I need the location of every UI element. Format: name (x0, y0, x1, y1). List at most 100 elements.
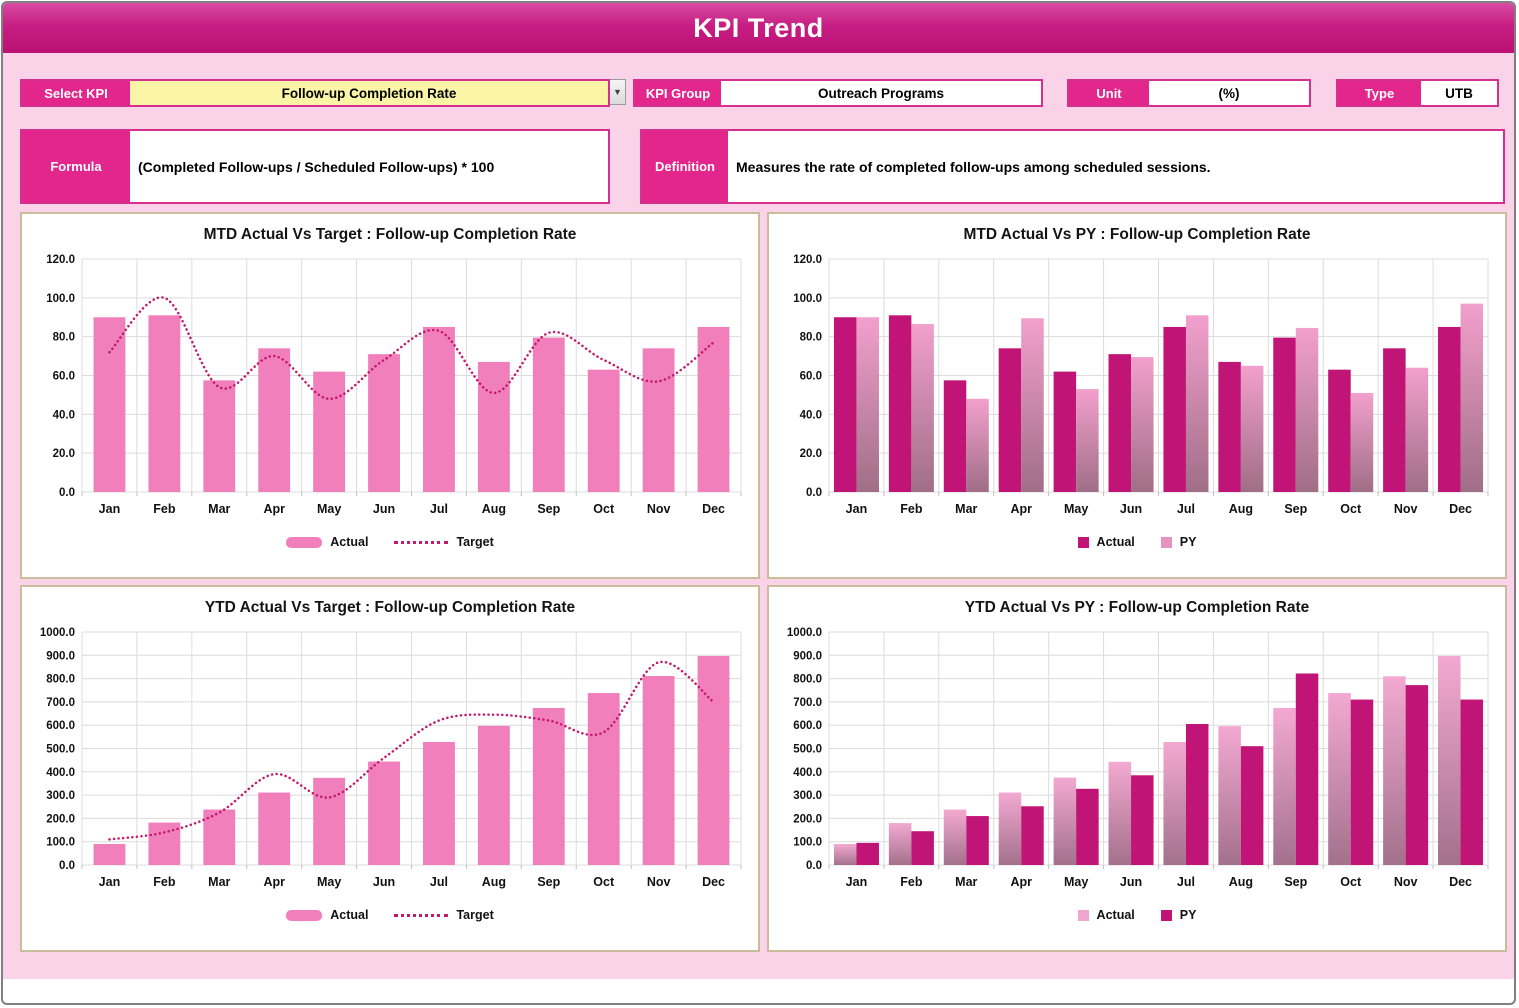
svg-text:700.0: 700.0 (46, 697, 75, 709)
ytd-actual-vs-py-chart: 0.0 100.0 200.0 300.0 400.0 500.0 600.0 700.0 80… (787, 627, 1489, 889)
svg-text:Nov: Nov (647, 875, 671, 889)
svg-text:300.0: 300.0 (46, 790, 75, 802)
chart-panel-mtd-actual-vs-target: MTD Actual Vs Target : Follow-up Complet… (20, 212, 760, 579)
series-swatch-icon (1160, 536, 1172, 548)
svg-text:Dec: Dec (702, 502, 725, 516)
select-kpi-dropdown[interactable]: Follow-up Completion Rate (130, 81, 608, 105)
unit-value: (%) (1149, 81, 1309, 105)
svg-text:Jul: Jul (430, 502, 448, 516)
svg-text:700.0: 700.0 (793, 697, 822, 709)
svg-text:200.0: 200.0 (793, 813, 822, 825)
svg-text:Sep: Sep (1284, 875, 1307, 889)
svg-text:Feb: Feb (900, 875, 923, 889)
page-title: KPI Trend (3, 3, 1514, 53)
formula-definition-row: Formula (Completed Follow-ups / Schedule… (20, 129, 1505, 204)
svg-text:0.0: 0.0 (59, 487, 75, 499)
legend-label: PY (1179, 908, 1197, 922)
type-label: Type (1338, 81, 1421, 105)
select-kpi-label: Select KPI (22, 81, 130, 105)
chart-legend: Actual PY (1077, 535, 1196, 549)
chart-legend: Actual Target (286, 535, 494, 549)
ytd-actual-vs-target-chart: 0.0 100.0 200.0 300.0 400.0 500.0 600.0 700.0 80… (40, 627, 742, 889)
svg-text:Aug: Aug (1229, 875, 1253, 889)
svg-text:900.0: 900.0 (793, 650, 822, 662)
svg-text:0.0: 0.0 (806, 860, 822, 872)
svg-text:Oct: Oct (593, 875, 615, 889)
select-kpi-group: Select KPI Follow-up Completion Rate (20, 79, 610, 107)
chart-panel-mtd-actual-vs-py: MTD Actual Vs PY : Follow-up Completion … (767, 212, 1507, 579)
chart-title: MTD Actual Vs Target : Follow-up Complet… (203, 226, 577, 243)
svg-text:Mar: Mar (208, 502, 230, 516)
kpi-group-field: KPI Group Outreach Programs (633, 79, 1043, 107)
svg-text:80.0: 80.0 (53, 332, 75, 344)
svg-text:Sep: Sep (537, 875, 560, 889)
chart-title: MTD Actual Vs PY : Follow-up Completion … (963, 226, 1311, 243)
dotted-line-swatch-icon (394, 913, 449, 917)
svg-text:Aug: Aug (1229, 502, 1253, 516)
legend-item-target: Target (394, 535, 494, 549)
legend-label: Target (456, 908, 494, 922)
svg-text:Jan: Jan (99, 502, 121, 516)
svg-text:Dec: Dec (702, 875, 725, 889)
svg-text:400.0: 400.0 (793, 767, 822, 779)
svg-text:120.0: 120.0 (793, 254, 822, 266)
legend-item-target: Target (394, 908, 494, 922)
legend-item-py: PY (1160, 908, 1197, 922)
kpi-group-label: KPI Group (635, 81, 721, 105)
dropdown-arrow-icon[interactable]: ▼ (610, 79, 626, 105)
svg-text:60.0: 60.0 (53, 371, 75, 383)
svg-text:Apr: Apr (263, 502, 285, 516)
legend-label: Target (456, 535, 494, 549)
series-swatch-icon (1077, 909, 1089, 921)
dashboard-page: KPI Trend Select KPI Follow-up Completio… (3, 3, 1514, 979)
dotted-line-swatch-icon (394, 540, 449, 544)
svg-text:Dec: Dec (1449, 502, 1472, 516)
svg-text:600.0: 600.0 (793, 720, 822, 732)
svg-text:Oct: Oct (1340, 502, 1362, 516)
legend-item-actual: Actual (286, 535, 368, 549)
series-swatch-icon (286, 536, 323, 548)
svg-text:Jun: Jun (1120, 502, 1142, 516)
definition-field: Definition Measures the rate of complete… (640, 129, 1505, 204)
svg-text:0.0: 0.0 (806, 487, 822, 499)
svg-text:60.0: 60.0 (800, 371, 822, 383)
svg-text:Oct: Oct (593, 502, 615, 516)
svg-text:Jun: Jun (1120, 875, 1142, 889)
svg-text:800.0: 800.0 (793, 674, 822, 686)
svg-text:100.0: 100.0 (46, 837, 75, 849)
svg-text:900.0: 900.0 (46, 650, 75, 662)
svg-text:20.0: 20.0 (800, 448, 822, 460)
svg-text:100.0: 100.0 (793, 837, 822, 849)
kpi-group-value: Outreach Programs (721, 81, 1041, 105)
svg-text:May: May (317, 502, 341, 516)
svg-text:300.0: 300.0 (793, 790, 822, 802)
svg-text:0.0: 0.0 (59, 860, 75, 872)
legend-item-actual: Actual (1077, 908, 1135, 922)
unit-label: Unit (1069, 81, 1149, 105)
legend-label: Actual (330, 535, 369, 549)
kpi-controls-row: Select KPI Follow-up Completion Rate ▼ K… (20, 79, 1499, 107)
svg-text:Mar: Mar (955, 502, 977, 516)
svg-text:May: May (1064, 502, 1088, 516)
svg-text:500.0: 500.0 (793, 744, 822, 756)
series-swatch-icon (1160, 909, 1172, 921)
svg-text:May: May (317, 875, 341, 889)
svg-text:Sep: Sep (537, 502, 560, 516)
legend-item-py: PY (1160, 535, 1196, 549)
chart-panel-ytd-actual-vs-target: YTD Actual Vs Target : Follow-up Complet… (20, 585, 760, 952)
svg-text:Feb: Feb (153, 875, 176, 889)
svg-text:Nov: Nov (1394, 502, 1418, 516)
svg-text:Feb: Feb (900, 502, 923, 516)
chart-legend: Actual Target (286, 908, 494, 922)
definition-value: Measures the rate of completed follow-up… (728, 131, 1503, 202)
unit-field: Unit (%) (1067, 79, 1311, 107)
type-value: UTB (1421, 81, 1497, 105)
svg-text:Jan: Jan (846, 875, 868, 889)
legend-label: Actual (1096, 535, 1135, 549)
svg-text:40.0: 40.0 (800, 409, 822, 421)
svg-text:Dec: Dec (1449, 875, 1472, 889)
svg-text:Mar: Mar (955, 875, 977, 889)
svg-text:1000.0: 1000.0 (40, 627, 75, 639)
legend-item-actual: Actual (1077, 535, 1135, 549)
charts-grid: MTD Actual Vs Target : Follow-up Complet… (20, 212, 1507, 952)
